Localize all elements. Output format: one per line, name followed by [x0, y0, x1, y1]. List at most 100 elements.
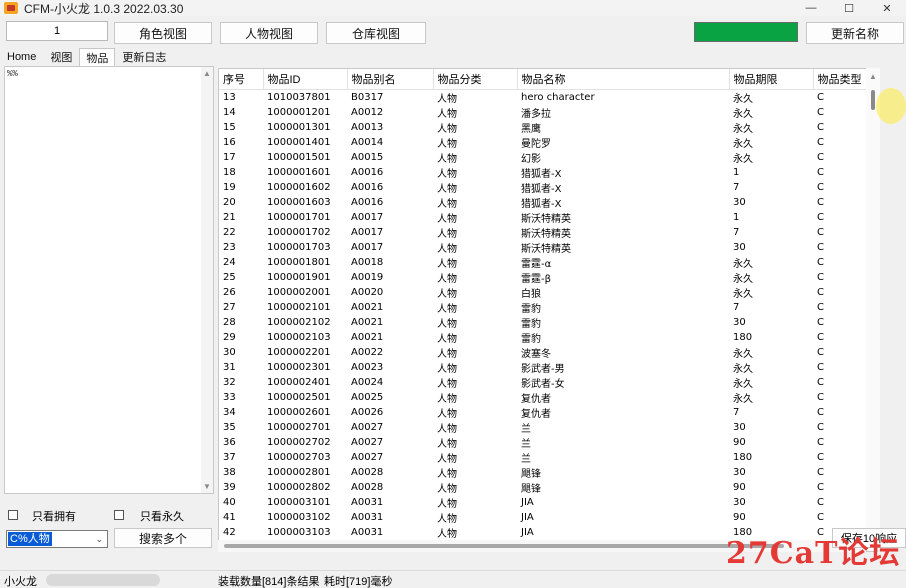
table-row[interactable]: 34 1000002601 A0026 人物 复仇者 7 C	[219, 405, 867, 420]
table-cell: 30	[733, 241, 746, 253]
tab-view[interactable]: 视图	[43, 48, 79, 66]
scroll-thumb[interactable]	[871, 90, 875, 110]
table-cell: A0021	[351, 316, 384, 328]
column-header[interactable]: 物品名称	[517, 69, 730, 90]
status-elapsed: 耗时[719]毫秒	[324, 576, 393, 588]
column-header[interactable]: 序号	[219, 69, 264, 90]
table-row[interactable]: 16 1000001401 A0014 人物 曼陀罗 永久 C	[219, 135, 867, 150]
table-row[interactable]: 35 1000002701 A0027 人物 兰 30 C	[219, 420, 867, 435]
table-cell: 1000001601	[267, 166, 331, 178]
table-row[interactable]: 23 1000001703 A0017 人物 斯沃特精英 30 C	[219, 240, 867, 255]
title-bar: CFM-小火龙 1.0.3 2022.03.30 — ☐ ✕	[0, 0, 906, 16]
table-cell: 1000002703	[267, 451, 331, 463]
horizontal-scroll-thumb[interactable]	[224, 544, 784, 548]
table-row[interactable]: 21 1000001701 A0017 人物 斯沃特精英 1 C	[219, 210, 867, 225]
role-view-button[interactable]: 角色视图	[114, 22, 212, 44]
character-view-button[interactable]: 人物视图	[220, 22, 318, 44]
tab-changelog[interactable]: 更新日志	[115, 48, 173, 66]
minimize-icon[interactable]: —	[792, 0, 830, 16]
table-cell: 180	[733, 331, 753, 343]
scroll-up-icon[interactable]: ▲	[203, 69, 211, 78]
table-cell: 1000001401	[267, 136, 331, 148]
table-row[interactable]: 33 1000002501 A0025 人物 复仇者 永久 C	[219, 390, 867, 405]
table-row[interactable]: 31 1000002301 A0023 人物 影武者-男 永久 C	[219, 360, 867, 375]
table-cell: 31	[223, 361, 236, 373]
table-row[interactable]: 36 1000002702 A0027 人物 兰 90 C	[219, 435, 867, 450]
table-row[interactable]: 14 1000001201 A0012 人物 潘多拉 永久 C	[219, 105, 867, 120]
table-row[interactable]: 18 1000001601 A0016 人物 猎狐者-X 1 C	[219, 165, 867, 180]
table-cell: B0317	[351, 91, 384, 103]
table-cell: 1000001901	[267, 271, 331, 283]
column-header[interactable]: 物品类型	[813, 69, 868, 90]
table-cell: 复仇者	[521, 393, 551, 405]
permanent-checkbox[interactable]	[114, 510, 124, 520]
table-cell: 1000002802	[267, 481, 331, 493]
table-row[interactable]: 30 1000002201 A0022 人物 波塞冬 永久 C	[219, 345, 867, 360]
table-cell: C	[817, 316, 824, 328]
table-row[interactable]: 32 1000002401 A0024 人物 影武者-女 永久 C	[219, 375, 867, 390]
redacted-area	[46, 574, 160, 586]
category-select[interactable]: C%人物 ⌄	[6, 530, 108, 548]
table-cell: 90	[733, 436, 746, 448]
table-cell: 永久	[733, 123, 753, 135]
table-row[interactable]: 41 1000003102 A0031 人物 JIA 90 C	[219, 510, 867, 525]
table-cell: C	[817, 136, 824, 148]
chevron-down-icon[interactable]: ⌄	[95, 534, 103, 545]
table-row[interactable]: 29 1000002103 A0021 人物 雷豹 180 C	[219, 330, 867, 345]
table-cell: A0017	[351, 211, 384, 223]
table-cell: 人物	[437, 528, 457, 540]
table-row[interactable]: 39 1000002802 A0028 人物 飓锋 90 C	[219, 480, 867, 495]
query-text[interactable]: %%	[5, 67, 213, 81]
search-many-button[interactable]: 搜索多个	[114, 528, 212, 548]
scroll-up-icon[interactable]: ▲	[869, 72, 877, 81]
close-icon[interactable]: ✕	[868, 0, 906, 16]
update-name-button[interactable]: 更新名称	[806, 22, 904, 44]
table-cell: 人物	[437, 348, 457, 360]
table-cell: 人物	[437, 483, 457, 495]
owned-checkbox[interactable]	[8, 510, 18, 520]
table-row[interactable]: 17 1000001501 A0015 人物 幻影 永久 C	[219, 150, 867, 165]
scroll-down-icon[interactable]: ▼	[203, 482, 211, 491]
column-header[interactable]: 物品ID	[263, 69, 348, 90]
table-vertical-scrollbar[interactable]: ▲	[866, 68, 880, 540]
table-cell: 1000001703	[267, 241, 331, 253]
table-row[interactable]: 25 1000001901 A0019 人物 雷霆-β 永久 C	[219, 270, 867, 285]
table-cell: 飓锋	[521, 483, 541, 495]
table-cell: C	[817, 346, 824, 358]
table-row[interactable]: 19 1000001602 A0016 人物 猎狐者-X 7 C	[219, 180, 867, 195]
table-cell: A0016	[351, 166, 384, 178]
table-row[interactable]: 27 1000002101 A0021 人物 雷豹 7 C	[219, 300, 867, 315]
table-cell: C	[817, 421, 824, 433]
table-cell: 人物	[437, 123, 457, 135]
maximize-icon[interactable]: ☐	[830, 0, 868, 16]
table-cell: 22	[223, 226, 236, 238]
table-cell: 1000003103	[267, 526, 331, 538]
warehouse-view-button[interactable]: 仓库视图	[326, 22, 426, 44]
table-cell: C	[817, 511, 824, 523]
table-row[interactable]: 20 1000001603 A0016 人物 猎狐者-X 30 C	[219, 195, 867, 210]
column-header[interactable]: 物品期限	[729, 69, 814, 90]
column-header[interactable]: 物品别名	[347, 69, 434, 90]
tab-items[interactable]: 物品	[79, 48, 116, 66]
tab-home[interactable]: Home	[0, 48, 43, 66]
table-row[interactable]: 15 1000001301 A0013 人物 黑鹰 永久 C	[219, 120, 867, 135]
table-cell: C	[817, 226, 824, 238]
left-scrollbar[interactable]: ▲ ▼	[201, 67, 213, 493]
table-row[interactable]: 26 1000002001 A0020 人物 白狼 永久 C	[219, 285, 867, 300]
table-cell: 雷豹	[521, 318, 541, 330]
table-row[interactable]: 37 1000002703 A0027 人物 兰 180 C	[219, 450, 867, 465]
table-cell: 1000002301	[267, 361, 331, 373]
table-cell: 人物	[437, 363, 457, 375]
table-row[interactable]: 24 1000001801 A0018 人物 雷霆-α 永久 C	[219, 255, 867, 270]
number-input[interactable]: 1	[6, 21, 108, 41]
watermark-logo: 27CaT论坛	[726, 536, 901, 571]
table-cell: C	[817, 376, 824, 388]
table-cell: 29	[223, 331, 236, 343]
table-row[interactable]: 13 1010037801 B0317 人物 hero character 永久 C	[219, 89, 867, 105]
table-row[interactable]: 22 1000001702 A0017 人物 斯沃特精英 7 C	[219, 225, 867, 240]
query-panel[interactable]: %% ▲ ▼	[4, 66, 214, 494]
table-row[interactable]: 40 1000003101 A0031 人物 JIA 30 C	[219, 495, 867, 510]
table-row[interactable]: 28 1000002102 A0021 人物 雷豹 30 C	[219, 315, 867, 330]
column-header[interactable]: 物品分类	[433, 69, 518, 90]
table-row[interactable]: 38 1000002801 A0028 人物 飓锋 30 C	[219, 465, 867, 480]
